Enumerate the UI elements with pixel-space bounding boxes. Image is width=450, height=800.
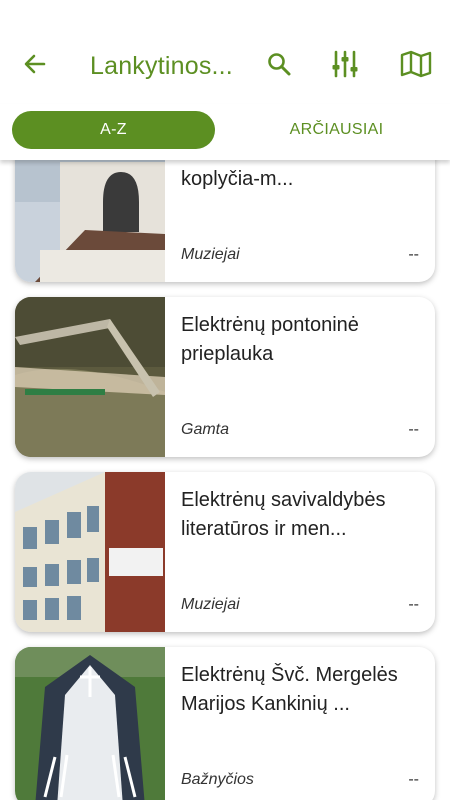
place-category: Gamta bbox=[181, 421, 230, 438]
place-thumbnail bbox=[15, 472, 165, 632]
app-bar: Lankytinos... bbox=[0, 0, 450, 104]
map-button[interactable] bbox=[396, 46, 436, 86]
place-category: Muziejai bbox=[181, 596, 240, 613]
place-distance: -- bbox=[408, 771, 419, 788]
place-category: Bažnyčios bbox=[181, 771, 254, 788]
list-item[interactable]: Elektrėnų savivaldybės literatūros ir me… bbox=[15, 472, 435, 632]
place-distance: -- bbox=[408, 596, 419, 613]
list-item[interactable]: Elektrėnų pontoninė prieplauka Gamta -- bbox=[15, 297, 435, 457]
place-thumbnail bbox=[15, 647, 165, 800]
place-distance: -- bbox=[408, 421, 419, 438]
place-name: Elektrėnų savivaldybės literatūros ir me… bbox=[181, 489, 386, 540]
list-item[interactable]: Elektrėnų Švč. Mergelės Marijos Kankinių… bbox=[15, 647, 435, 800]
place-name: Broel-Pliaterių šeimų koplyčia-m... bbox=[181, 160, 366, 190]
page-title: Lankytinos... bbox=[90, 52, 233, 80]
place-name: Elektrėnų Švč. Mergelės Marijos Kankinių… bbox=[181, 664, 398, 715]
place-thumbnail bbox=[15, 160, 165, 282]
place-name: Elektrėnų pontoninė prieplauka bbox=[181, 314, 359, 365]
place-distance: -- bbox=[408, 246, 419, 263]
places-list[interactable]: Broel-Pliaterių šeimų koplyčia-m... Muzi… bbox=[0, 160, 450, 800]
back-button[interactable] bbox=[15, 46, 55, 86]
filter-button[interactable] bbox=[325, 46, 365, 86]
arrow-left-icon bbox=[22, 51, 48, 82]
tab-bar: A-Z ARČIAUSIAI bbox=[0, 104, 450, 160]
place-category: Muziejai bbox=[181, 246, 240, 263]
search-button[interactable] bbox=[259, 46, 299, 86]
tab-nearest[interactable]: ARČIAUSIAI bbox=[235, 111, 438, 149]
map-icon bbox=[400, 50, 432, 83]
place-thumbnail bbox=[15, 297, 165, 457]
sliders-icon bbox=[330, 49, 360, 84]
tab-a-z[interactable]: A-Z bbox=[12, 111, 215, 149]
search-icon bbox=[266, 51, 292, 82]
list-item[interactable]: Broel-Pliaterių šeimų koplyčia-m... Muzi… bbox=[15, 160, 435, 282]
